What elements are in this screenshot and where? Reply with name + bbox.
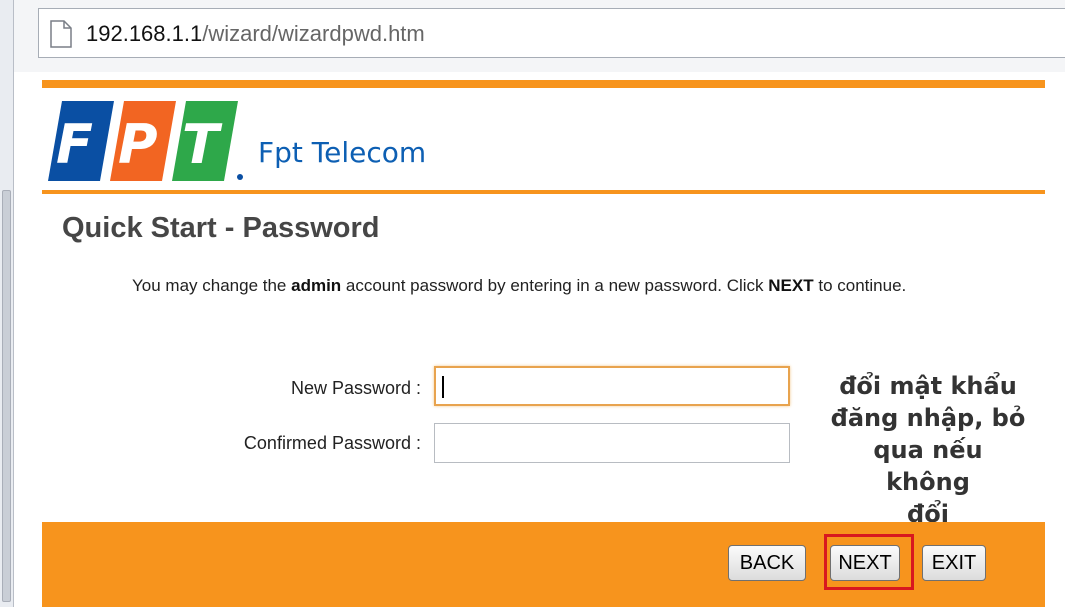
logo-header: F P T Fpt Telecom [42, 88, 1045, 192]
url-host: 192.168.1.1 [86, 21, 203, 46]
fpt-logo: F P T [48, 101, 243, 181]
confirm-password-field[interactable] [434, 423, 790, 463]
instruction-annotation: đổi mật khẩu đăng nhập, bỏ qua nếu không… [828, 370, 1028, 530]
new-password-field[interactable] [434, 366, 790, 406]
page-icon [50, 20, 72, 48]
logo-letter-t: T [182, 113, 223, 176]
new-password-label: New Password : [290, 378, 421, 398]
description-text-2: account password by entering in a new pa… [341, 276, 769, 295]
browser-left-scrollbar[interactable] [0, 0, 14, 607]
brand-name: Fpt Telecom [258, 136, 427, 169]
header-divider [42, 190, 1045, 194]
url-text: 192.168.1.1/wizard/wizardpwd.htm [86, 21, 425, 47]
router-wizard-page: F P T Fpt Telecom Quick Start - Password… [42, 80, 1045, 607]
url-path: /wizard/wizardpwd.htm [202, 21, 425, 46]
page-title: Quick Start - Password [62, 212, 380, 244]
description-bold-next: NEXT [768, 276, 814, 295]
logo-letter-f: F [56, 113, 93, 176]
logo-letter-p: P [118, 113, 158, 176]
description-bold-admin: admin [291, 276, 342, 295]
annotation-line-3: qua nếu không [873, 436, 983, 496]
page-description: You may change the admin account passwor… [132, 273, 1027, 299]
browser-toolbar: 192.168.1.1/wizard/wizardpwd.htm [14, 0, 1065, 72]
button-bar: BACK NEXT EXIT [42, 522, 1045, 607]
annotation-line-1: đổi mật khẩu [839, 372, 1017, 400]
scrollbar-thumb[interactable] [2, 190, 11, 602]
description-text-3: to continue. [813, 276, 907, 295]
exit-button[interactable]: EXIT [922, 545, 986, 581]
text-caret [442, 376, 444, 398]
confirm-password-label: Confirmed Password : [243, 433, 421, 453]
address-bar[interactable]: 192.168.1.1/wizard/wizardpwd.htm [38, 8, 1065, 58]
next-highlight-box [824, 534, 914, 590]
top-orange-rule [42, 80, 1045, 88]
back-button[interactable]: BACK [728, 545, 806, 581]
annotation-line-2: đăng nhập, bỏ [830, 404, 1026, 432]
description-text-1: You may change the [132, 276, 292, 295]
